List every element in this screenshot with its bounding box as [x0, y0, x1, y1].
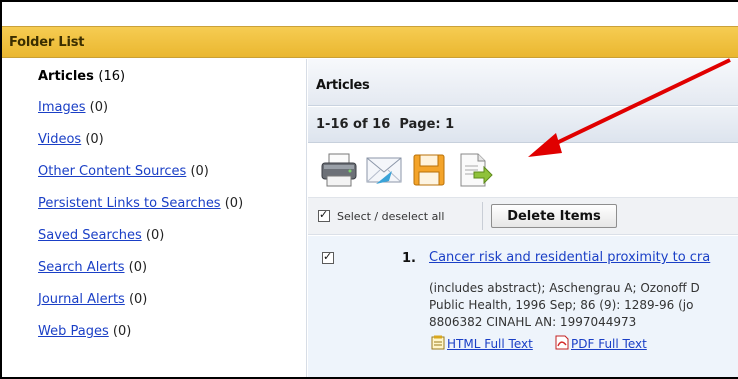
sidebar-item-count: (0): [224, 196, 244, 211]
sidebar-item-link[interactable]: Web Pages: [38, 324, 109, 339]
result-source-line: Public Health, 1996 Sep; 86 (9): 1289-96…: [429, 298, 694, 312]
pdf-full-text-link[interactable]: PDF Full Text: [571, 337, 647, 351]
select-all-checkbox[interactable]: [318, 208, 330, 222]
folder-sidebar: Articles (16) Images (0) Videos (0) Othe…: [2, 59, 306, 377]
result-title-link[interactable]: Cancer risk and residential proximity to…: [429, 250, 710, 265]
results-count-bar: 1-16 of 16 Page: 1: [308, 107, 738, 143]
html-full-text-icon: [431, 335, 445, 350]
result-checkbox[interactable]: [322, 250, 334, 264]
toolbar-divider: [482, 202, 483, 230]
sidebar-item-count: (0): [85, 132, 104, 147]
sidebar-item-count: (0): [128, 260, 148, 275]
sidebar-item-images[interactable]: Images (0): [38, 100, 108, 115]
sidebar-item-link[interactable]: Other Content Sources: [38, 164, 186, 179]
sidebar-item-videos[interactable]: Videos (0): [38, 132, 104, 147]
html-full-text-link[interactable]: HTML Full Text: [447, 337, 533, 351]
pdf-icon: [555, 335, 569, 350]
top-strip: [2, 2, 738, 26]
sidebar-item-count: (0): [89, 100, 109, 115]
sidebar-item-other-content-sources[interactable]: Other Content Sources (0): [38, 164, 209, 179]
sidebar-item-count: (0): [145, 228, 165, 243]
sidebar-item-persistent-links[interactable]: Persistent Links to Searches (0): [38, 196, 243, 211]
sidebar-item-count: (0): [112, 324, 132, 339]
export-icon[interactable]: [454, 151, 494, 189]
toolbar: [308, 144, 738, 194]
select-bar: Select / deselect all Delete Items: [308, 197, 738, 235]
sidebar-item-label: Articles: [38, 69, 94, 84]
folder-list-header: Folder List: [2, 26, 738, 58]
sidebar-item-count: (0): [190, 164, 209, 179]
select-all-label: Select / deselect all: [337, 210, 445, 223]
sidebar-item-link[interactable]: Videos: [38, 132, 81, 147]
articles-title-bar: Articles: [308, 59, 738, 106]
sidebar-item-link[interactable]: Persistent Links to Searches: [38, 196, 221, 211]
print-icon[interactable]: [319, 151, 359, 189]
sidebar-item-count: (0): [128, 292, 148, 307]
sidebar-item-link[interactable]: Images: [38, 100, 86, 115]
save-icon[interactable]: [409, 151, 449, 189]
results-count: 1-16 of 16 Page: 1: [316, 117, 455, 132]
sidebar-item-search-alerts[interactable]: Search Alerts (0): [38, 260, 147, 275]
sidebar-item-journal-alerts[interactable]: Journal Alerts (0): [38, 292, 147, 307]
sidebar-item-link[interactable]: Saved Searches: [38, 228, 142, 243]
delete-items-button[interactable]: Delete Items: [491, 204, 617, 228]
result-number: 1.: [402, 251, 416, 266]
sidebar-item-link[interactable]: Journal Alerts: [38, 292, 125, 307]
result-accession-line: 8806382 CINAHL AN: 1997044973: [429, 315, 637, 329]
sidebar-item-web-pages[interactable]: Web Pages (0): [38, 324, 131, 339]
email-icon[interactable]: [364, 151, 404, 189]
result-item: 1. Cancer risk and residential proximity…: [308, 236, 738, 377]
section-title: Articles: [316, 78, 370, 93]
sidebar-item-count: (16): [98, 69, 126, 84]
sidebar-item-articles[interactable]: Articles (16): [38, 69, 125, 84]
sidebar-item-link[interactable]: Search Alerts: [38, 260, 125, 275]
result-details-line: (includes abstract); Aschengrau A; Ozono…: [429, 281, 700, 295]
sidebar-item-saved-searches[interactable]: Saved Searches (0): [38, 228, 164, 243]
articles-panel: Articles 1-16 of 16 Page: 1 ✓ Select / d…: [306, 59, 738, 377]
